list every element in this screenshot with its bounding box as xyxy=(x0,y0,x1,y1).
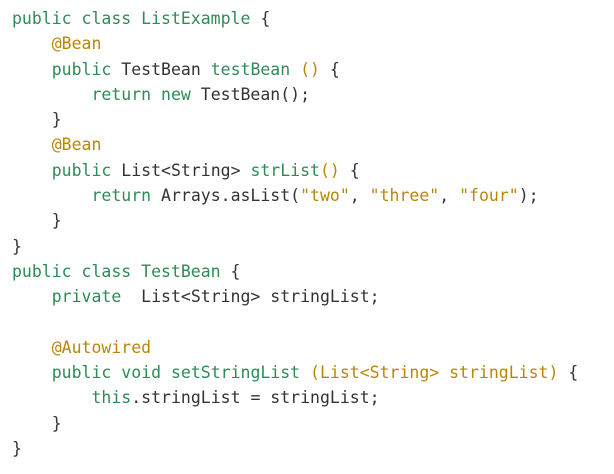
code-line: public void setStringList (List<String> … xyxy=(12,360,614,385)
code-token: ListExample xyxy=(141,9,251,28)
code-token: @Bean xyxy=(51,34,102,54)
code-token: { xyxy=(320,59,340,79)
code-token: public void xyxy=(51,363,171,383)
code-token: { xyxy=(250,9,271,28)
code-token: public xyxy=(51,59,122,79)
code-token: testBean xyxy=(210,59,291,79)
code-token: List<String> xyxy=(121,160,251,180)
code-token: public xyxy=(51,160,122,180)
code-token: this xyxy=(91,388,132,408)
code-token: .stringList = stringList; xyxy=(131,388,380,408)
code-line: this.stringList = stringList; xyxy=(12,385,614,410)
code-token: "four" xyxy=(459,186,519,206)
code-line: public class ListExample { xyxy=(12,6,614,31)
code-line: } xyxy=(12,234,614,259)
code-line: private List<String> stringList; xyxy=(12,284,614,309)
code-token: TestBean(); xyxy=(200,84,311,104)
code-token: TestBean xyxy=(141,261,221,281)
code-line: @Bean xyxy=(12,31,614,56)
code-token: private xyxy=(51,287,142,307)
code-token: Arrays.asList( xyxy=(161,186,301,206)
code-token: , xyxy=(439,186,460,206)
code-token: () xyxy=(290,59,320,79)
code-token: ( xyxy=(300,363,320,383)
code-token: List<String> stringList xyxy=(319,363,549,383)
code-line: } xyxy=(12,107,614,132)
code-token: } xyxy=(12,211,62,231)
code-token: { xyxy=(220,261,241,281)
code-token: } xyxy=(12,439,22,459)
code-token: () xyxy=(319,160,340,180)
code-line: @Autowired xyxy=(12,335,614,360)
code-line: } xyxy=(12,411,614,436)
code-line: public TestBean testBean () { xyxy=(12,57,614,82)
code-token: strList xyxy=(250,160,320,180)
code-token: "three" xyxy=(369,186,440,206)
code-line: } xyxy=(12,208,614,233)
code-token: "two" xyxy=(300,186,350,206)
code-line: return new TestBean(); xyxy=(12,82,614,107)
code-token: ); xyxy=(518,186,539,206)
code-token: { xyxy=(558,363,579,383)
code-line: @Bean xyxy=(12,132,614,157)
code-token: setStringList xyxy=(170,363,301,383)
code-token: { xyxy=(339,160,360,180)
code-line: } xyxy=(12,436,614,461)
code-token: , xyxy=(349,186,370,206)
code-token: ) xyxy=(548,363,559,383)
code-line: public class TestBean { xyxy=(12,259,614,284)
code-token: @Autowired xyxy=(51,337,152,357)
code-token: @Bean xyxy=(51,135,102,155)
code-token: } xyxy=(12,236,22,256)
code-line: public List<String> strList() { xyxy=(12,158,614,183)
code-token: public class xyxy=(12,261,142,281)
code-token: public class xyxy=(12,9,142,28)
code-token: return new xyxy=(91,84,201,104)
code-token: } xyxy=(12,413,62,433)
code-token: } xyxy=(12,110,62,130)
code-line: return Arrays.asList("two", "three", "fo… xyxy=(12,183,614,208)
code-token: TestBean xyxy=(121,59,211,79)
code-token: return xyxy=(91,186,162,206)
code-token: List<String> stringList; xyxy=(141,287,380,307)
code-view: public class ListExample { @Bean public … xyxy=(0,0,614,474)
